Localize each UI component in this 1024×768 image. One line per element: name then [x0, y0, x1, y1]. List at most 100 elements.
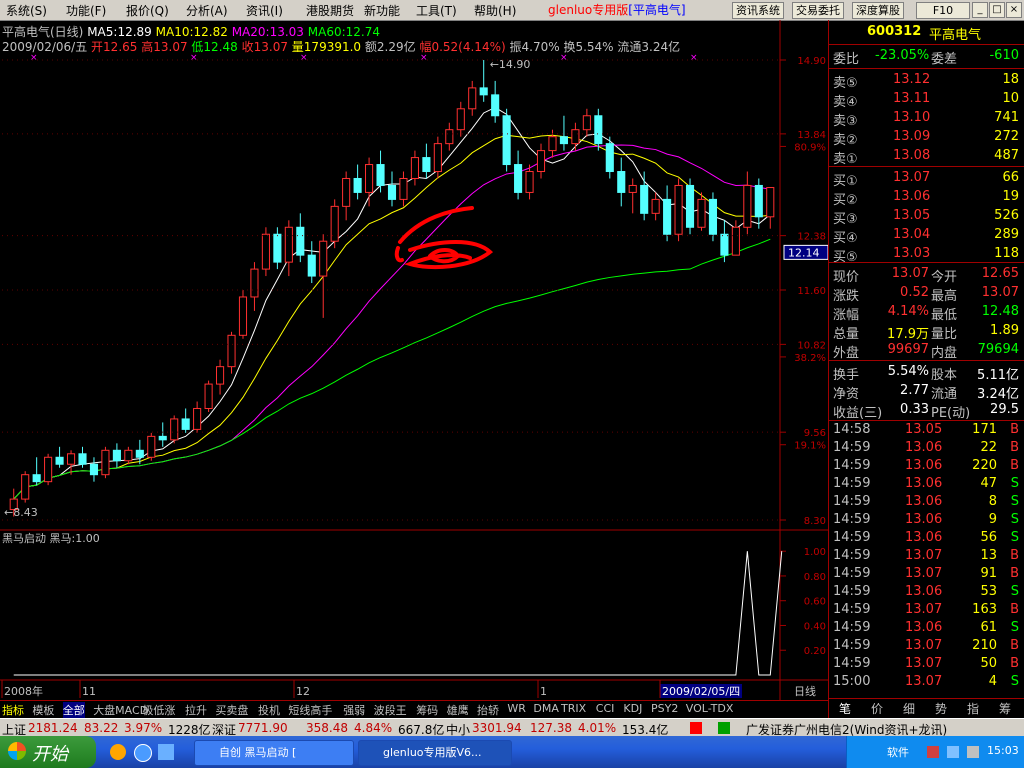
tick-row[interactable]: 14:59 13.06 61 S [833, 620, 1023, 638]
tick-row[interactable]: 14:59 13.06 56 S [833, 530, 1023, 548]
desktop-icon[interactable] [158, 744, 174, 760]
candle[interactable] [227, 331, 236, 374]
indicator-tab[interactable]: PSY2 [651, 702, 678, 715]
tick-row[interactable]: 14:59 13.06 220 B [833, 458, 1023, 476]
close-icon[interactable]: × [1006, 2, 1022, 18]
candle[interactable] [651, 192, 660, 221]
candle[interactable] [112, 443, 121, 468]
candle[interactable] [21, 471, 30, 503]
ask-row[interactable]: 卖⑤ 13.12 18 [833, 72, 1023, 91]
network-icon[interactable] [947, 746, 959, 758]
minimize-icon[interactable]: _ [972, 2, 988, 18]
ask-row[interactable]: 卖③ 13.10 741 [833, 110, 1023, 129]
tick-row[interactable]: 14:59 13.07 163 B [833, 602, 1023, 620]
indicator-tab[interactable]: 抬轿 [477, 702, 499, 718]
candle[interactable] [422, 143, 431, 179]
candle[interactable] [594, 108, 603, 151]
quicklaunch-icon[interactable] [110, 744, 126, 760]
tick-row[interactable]: 14:59 13.07 13 B [833, 548, 1023, 566]
candle[interactable] [216, 359, 225, 395]
indicator-tab[interactable]: 买卖盘 [215, 702, 248, 718]
bid-row[interactable]: 买② 13.06 19 [833, 189, 1023, 208]
candle[interactable] [536, 143, 546, 179]
indicator-tab[interactable]: 波段王 [374, 702, 407, 718]
indicator-tab[interactable]: 指标 [2, 702, 24, 718]
indicator-tab[interactable]: 大盘MACD [93, 702, 148, 718]
menu-function[interactable]: 功能(F) [66, 2, 106, 19]
panel-tab-5[interactable]: 筹 [993, 700, 1017, 717]
candle[interactable] [296, 213, 305, 263]
candle[interactable] [525, 164, 534, 200]
candle[interactable] [617, 157, 626, 207]
candle[interactable] [307, 241, 316, 284]
bid-row[interactable]: 买③ 13.05 526 [833, 208, 1023, 227]
candle[interactable] [238, 290, 248, 339]
maximize-icon[interactable]: □ [989, 2, 1005, 18]
candle[interactable] [319, 234, 328, 318]
ask-row[interactable]: 卖② 13.09 272 [833, 129, 1023, 148]
candle[interactable] [674, 178, 683, 242]
indicator-tab[interactable]: 全部 [62, 702, 85, 718]
candle[interactable] [181, 408, 190, 433]
indicator-tab[interactable]: KDJ [623, 702, 642, 715]
tick-row[interactable]: 14:59 13.07 50 B [833, 656, 1023, 674]
candle[interactable] [640, 171, 649, 221]
indicator-tab[interactable]: DMA [533, 702, 559, 715]
candle[interactable] [193, 401, 202, 433]
candle[interactable] [731, 220, 740, 256]
menu-quote[interactable]: 报价(Q) [126, 2, 169, 19]
candle[interactable] [89, 457, 99, 482]
candle[interactable] [32, 457, 41, 486]
candle[interactable] [582, 108, 591, 137]
tick-row[interactable]: 14:59 13.07 210 B [833, 638, 1023, 656]
info-system-button[interactable]: 资讯系统 [732, 2, 784, 19]
candle[interactable] [708, 192, 718, 242]
candle[interactable] [330, 199, 339, 249]
candle[interactable] [101, 446, 110, 479]
stat-row[interactable]: 总量 17.9万 量比 1.89 [833, 323, 1023, 342]
candle[interactable] [250, 262, 259, 311]
candle[interactable] [559, 115, 568, 151]
panel-tab-4[interactable]: 指 [961, 700, 985, 717]
indicator-tab[interactable]: 筹码 [416, 702, 438, 718]
menu-system[interactable]: 系统(S) [6, 2, 47, 19]
stat-row[interactable]: 收益(三) 0.33 PE(动) 29.5 [833, 402, 1023, 421]
menu-help[interactable]: 帮助(H) [474, 2, 516, 19]
bid-row[interactable]: 买④ 13.04 289 [833, 227, 1023, 246]
candle[interactable] [387, 171, 397, 207]
candle[interactable] [353, 164, 362, 200]
menu-tools[interactable]: 工具(T) [416, 2, 457, 19]
task-formula-editor[interactable]: 自创 黑马启动 [ [194, 740, 354, 766]
stat-row[interactable]: 涨幅 4.14% 最低 12.48 [833, 304, 1023, 323]
panel-tab-3[interactable]: 势 [929, 700, 953, 717]
tick-row[interactable]: 14:59 13.06 53 S [833, 584, 1023, 602]
candle[interactable] [399, 171, 408, 207]
stat-row[interactable]: 外盘 99697 内盘 79694 [833, 342, 1023, 361]
menu-info[interactable]: 资讯(I) [246, 2, 283, 19]
candle[interactable] [685, 178, 695, 235]
indicator-tab[interactable]: VOL-TDX [686, 702, 734, 715]
candle[interactable] [445, 122, 454, 151]
candle[interactable] [261, 227, 270, 277]
tick-row[interactable]: 15:00 13.07 4 S [833, 674, 1023, 692]
candle[interactable] [743, 171, 752, 235]
candle[interactable] [376, 150, 385, 193]
candle[interactable] [410, 150, 419, 186]
tick-row[interactable]: 14:59 13.06 9 S [833, 512, 1023, 530]
indicator-tab[interactable]: 短线高手 [288, 702, 332, 718]
candle[interactable] [66, 450, 76, 475]
indicator-tab[interactable]: 投机 [258, 702, 280, 718]
candle[interactable] [204, 380, 213, 412]
stat-row[interactable]: 净资 2.77 流通 3.24亿 [833, 383, 1023, 402]
candle[interactable] [468, 80, 477, 116]
indicator-tab[interactable]: 拉升 [185, 702, 207, 718]
ie-icon[interactable] [134, 744, 152, 762]
candle[interactable] [44, 453, 53, 486]
indicator-tab[interactable]: 雄鹰 [447, 702, 469, 718]
indicator-tab[interactable]: CCI [596, 702, 615, 715]
candle[interactable] [55, 446, 64, 468]
tick-row[interactable]: 14:59 13.07 91 B [833, 566, 1023, 584]
volume-icon[interactable] [967, 746, 979, 758]
indicator-tab[interactable]: TRIX [561, 702, 586, 715]
candle[interactable] [491, 80, 500, 123]
